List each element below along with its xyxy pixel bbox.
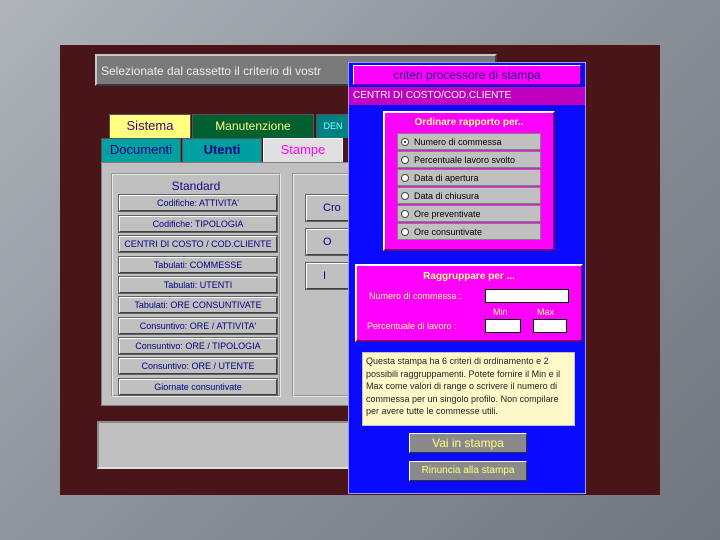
tab-utenti[interactable]: Utenti [182, 138, 262, 162]
btn-consuntivo-attivita[interactable]: Consuntivo: ORE / ATTIVITA' [119, 318, 277, 334]
standard-title: Standard [171, 179, 221, 193]
radio-label: Numero di commessa [414, 137, 502, 147]
vai-in-stampa-button[interactable]: Vai in stampa [409, 433, 527, 453]
tab-stampe[interactable]: Stampe [263, 138, 343, 164]
radio-percentuale-lavoro[interactable]: Percentuale lavoro svolto [397, 151, 541, 168]
tab-documenti-label: Documenti [109, 142, 173, 157]
order-by-group: Ordinare rapporto per.. Numero di commes… [383, 111, 555, 251]
radio-icon [401, 228, 409, 236]
rinuncia-stampa-button[interactable]: Rinuncia alla stampa [409, 461, 527, 481]
radio-icon [401, 156, 409, 164]
help-note: Questa stampa ha 6 criteri di ordinament… [362, 352, 575, 426]
radio-numero-commessa[interactable]: Numero di commessa [397, 133, 541, 150]
btn-consuntivo-tipologia[interactable]: Consuntivo: ORE / TIPOLOGIA [119, 338, 277, 354]
group-by-group: Raggruppare per ... Numero di commessa :… [355, 264, 583, 342]
min-label: Min [493, 307, 508, 317]
tab-documenti[interactable]: Documenti [101, 138, 181, 162]
tab-sistema[interactable]: Sistema [109, 114, 191, 138]
tab-sistema-label: Sistema [126, 118, 174, 133]
radio-label: Ore consuntivate [414, 227, 483, 237]
radio-icon [401, 174, 409, 182]
btn-tabulati-ore[interactable]: Tabulati: ORE CONSUNTIVATE [119, 297, 277, 313]
radio-icon [401, 210, 409, 218]
btn-centri-di-costo[interactable]: CENTRI DI COSTO / COD.CLIENTE [119, 236, 277, 252]
percentuale-lavoro-label: Percentuale di lavoro : [367, 321, 457, 331]
percentuale-min-input[interactable] [485, 319, 521, 333]
tab-manutenzione[interactable]: Manutenzione [192, 114, 314, 138]
tab-den-label: DEN [323, 121, 343, 131]
radio-icon [401, 192, 409, 200]
radio-data-chiusura[interactable]: Data di chiusura [397, 187, 541, 204]
radio-ore-consuntivate[interactable]: Ore consuntivate [397, 223, 541, 240]
dialog-subtitle: CENTRI DI COSTO/COD.CLIENTE [349, 87, 585, 105]
order-by-title: Ordinare rapporto per.. [414, 117, 524, 128]
radio-label: Data di apertura [414, 173, 479, 183]
radio-label: Percentuale lavoro svolto [414, 155, 516, 165]
group-by-title: Raggruppare per ... [423, 271, 515, 282]
status-panel [97, 421, 353, 469]
tab-utenti-label: Utenti [203, 142, 241, 157]
dialog-title: criteri processore di stampa [353, 65, 581, 85]
numero-commessa-input[interactable] [485, 289, 569, 303]
radio-data-apertura[interactable]: Data di apertura [397, 169, 541, 186]
print-criteria-dialog: criteri processore di stampa CENTRI DI C… [348, 62, 586, 494]
btn-tabulati-commesse[interactable]: Tabulati: COMMESSE [119, 257, 277, 273]
btn-codifiche-attivita[interactable]: Codifiche: ATTIVITA' [119, 195, 277, 211]
radio-selected-icon [401, 138, 409, 146]
tab-stampe-label: Stampe [280, 142, 326, 157]
tab-manutenzione-label: Manutenzione [215, 119, 291, 133]
btn-consuntivo-utente[interactable]: Consuntivo: ORE / UTENTE [119, 358, 277, 374]
btn-tabulati-utenti[interactable]: Tabulati: UTENTI [119, 277, 277, 293]
btn-codifiche-tipologia[interactable]: Codifiche: TIPOLOGIA [119, 216, 277, 232]
max-label: Max [537, 307, 555, 317]
btn-giornate-consuntivate[interactable]: Giornate consuntivate [119, 379, 277, 395]
percentuale-max-input[interactable] [533, 319, 567, 333]
tab-den[interactable]: DEN [316, 114, 350, 138]
numero-commessa-label: Numero di commessa : [369, 291, 462, 301]
radio-label: Ore preventivate [414, 209, 481, 219]
radio-ore-preventivate[interactable]: Ore preventivate [397, 205, 541, 222]
radio-label: Data di chiusura [414, 191, 480, 201]
standard-group: Standard Codifiche: ATTIVITA' Codifiche:… [111, 173, 281, 397]
